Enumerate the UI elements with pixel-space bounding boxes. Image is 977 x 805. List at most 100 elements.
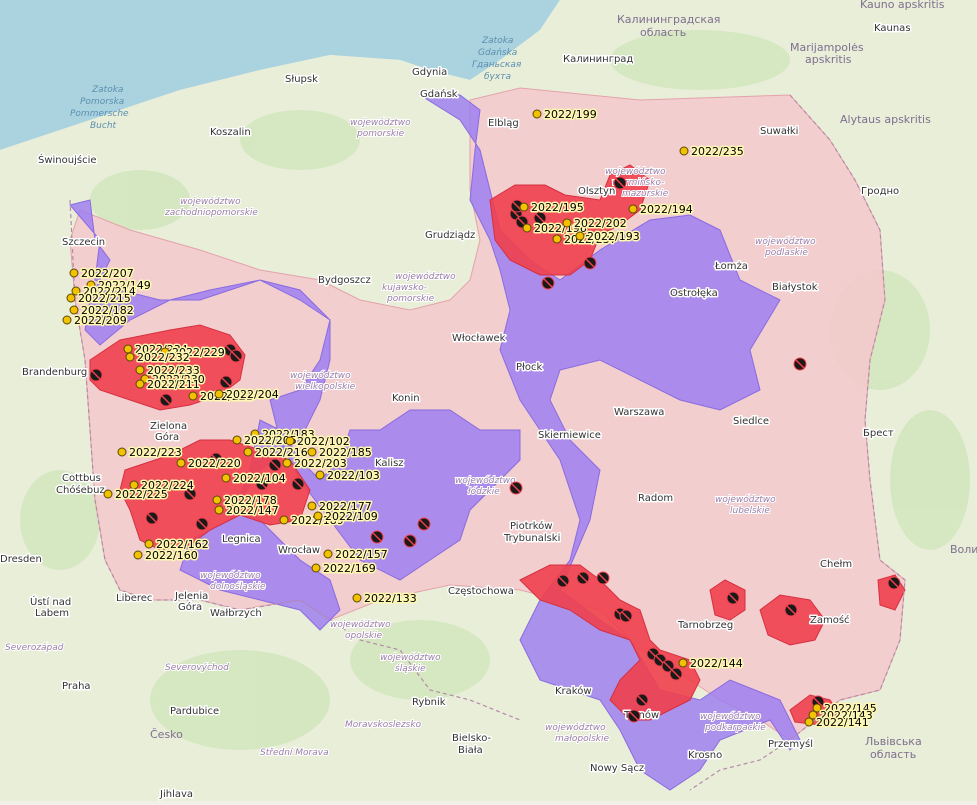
svg-text:Брест: Брест — [863, 428, 894, 439]
svg-text:Gdańska: Gdańska — [478, 48, 517, 58]
svg-text:Włocławek: Włocławek — [452, 333, 506, 344]
map-canvas[interactable]: Gdańsk Gdynia Słupsk Koszalin Świnoujści… — [0, 0, 977, 802]
svg-text:Kauno apskritis: Kauno apskritis — [860, 0, 945, 11]
svg-text:Częstochowa: Częstochowa — [448, 586, 514, 597]
outbreak-marker[interactable] — [370, 530, 384, 544]
svg-text:Střední Morava: Střední Morava — [260, 748, 329, 758]
svg-text:Калининград: Калининград — [563, 54, 633, 65]
svg-text:Alytaus apskritis: Alytaus apskritis — [840, 113, 931, 126]
svg-text:Гданьская: Гданьская — [472, 60, 522, 70]
svg-text:Świnoujście: Świnoujście — [38, 153, 97, 166]
svg-text:Nowy Sącz: Nowy Sącz — [590, 763, 644, 774]
outbreak-marker[interactable] — [793, 357, 807, 371]
svg-text:dolnośląskie: dolnośląskie — [210, 581, 266, 592]
svg-text:Ostrołęka: Ostrołęka — [670, 288, 718, 299]
svg-text:Brandenburg: Brandenburg — [22, 367, 87, 378]
svg-text:pomorskie: pomorskie — [386, 294, 435, 304]
outbreak-marker[interactable] — [541, 276, 555, 290]
svg-text:Rybnik: Rybnik — [412, 697, 446, 708]
svg-text:Львівська: Львівська — [865, 735, 922, 748]
outbreak-marker[interactable] — [89, 368, 103, 382]
outbreak-marker[interactable] — [669, 667, 683, 681]
svg-text:Bielsko-: Bielsko- — [452, 733, 492, 744]
svg-text:podlaskie: podlaskie — [764, 248, 808, 258]
svg-text:Moravskoslezsko: Moravskoslezsko — [345, 720, 422, 730]
outbreak-marker[interactable] — [556, 574, 570, 588]
case-label: 2022/160 — [145, 549, 198, 562]
outbreak-marker[interactable] — [509, 481, 523, 495]
svg-text:Kraków: Kraków — [555, 685, 592, 697]
outbreak-marker[interactable] — [726, 591, 740, 605]
case-label: 2022/144 — [690, 657, 743, 670]
svg-text:województwo: województwo — [350, 117, 411, 128]
svg-text:Zamość: Zamość — [810, 614, 850, 626]
outbreak-marker[interactable] — [576, 571, 590, 585]
outbreak-marker[interactable] — [291, 477, 305, 491]
outbreak-marker[interactable] — [619, 609, 633, 623]
svg-text:Wrocław: Wrocław — [278, 545, 320, 556]
case-label: 2022/169 — [323, 562, 376, 575]
case-label: 2022/141 — [816, 716, 869, 729]
outbreak-marker[interactable] — [887, 576, 901, 590]
svg-text:Suwałki: Suwałki — [760, 126, 798, 137]
svg-text:Konin: Konin — [392, 393, 420, 404]
svg-text:Pommersche: Pommersche — [70, 109, 129, 119]
svg-text:Гродно: Гродно — [861, 186, 899, 197]
case-label: 2022/193 — [587, 230, 640, 243]
outbreak-marker[interactable] — [627, 709, 641, 723]
outbreak-marker[interactable] — [159, 393, 173, 407]
case-label: 2022/147 — [226, 504, 279, 517]
svg-text:Pardubice: Pardubice — [170, 706, 219, 717]
outbreak-marker[interactable] — [268, 458, 282, 472]
svg-text:Dresden: Dresden — [0, 554, 42, 565]
svg-text:Góra: Góra — [178, 601, 202, 613]
svg-text:Łomża: Łomża — [714, 261, 748, 272]
outbreak-marker[interactable] — [219, 375, 233, 389]
svg-text:województwo: województwo — [755, 236, 816, 247]
svg-text:Trybunalski: Trybunalski — [503, 533, 560, 544]
outbreak-marker[interactable] — [613, 176, 627, 190]
svg-text:Góra: Góra — [155, 431, 179, 443]
case-label: 2022/209 — [74, 314, 127, 327]
outbreak-marker[interactable] — [403, 534, 417, 548]
outbreak-marker[interactable] — [635, 693, 649, 707]
case-label: 2022/202 — [574, 217, 627, 230]
svg-text:województwo: województwo — [395, 271, 456, 282]
svg-text:Skierniewice: Skierniewice — [538, 430, 601, 441]
svg-text:Radom: Radom — [638, 493, 673, 504]
svg-text:województwo: województwo — [200, 570, 261, 581]
svg-text:lubelskie: lubelskie — [730, 506, 770, 516]
outbreak-marker[interactable] — [417, 517, 431, 531]
svg-text:Labem: Labem — [35, 608, 69, 619]
outbreak-marker[interactable] — [784, 603, 798, 617]
outbreak-marker[interactable] — [583, 256, 597, 270]
svg-text:śląskie: śląskie — [395, 663, 426, 674]
outbreak-marker[interactable] — [145, 511, 159, 525]
svg-text:Severovýchod: Severovýchod — [165, 663, 229, 673]
outbreak-marker[interactable] — [195, 517, 209, 531]
svg-text:Elbląg: Elbląg — [488, 118, 519, 129]
case-label: 2022/225 — [115, 488, 168, 501]
outbreak-marker[interactable] — [596, 571, 610, 585]
map-view[interactable]: Gdańsk Gdynia Słupsk Koszalin Świnoujści… — [0, 0, 977, 802]
svg-text:województwo: województwo — [330, 619, 391, 630]
svg-text:Siedlce: Siedlce — [733, 416, 769, 427]
case-label: 2022/235 — [691, 145, 744, 158]
case-label: 2022/220 — [188, 457, 241, 470]
svg-text:Zatoka: Zatoka — [91, 85, 123, 95]
case-label: 2022/211 — [147, 378, 200, 391]
svg-text:województwo: województwo — [455, 475, 516, 486]
svg-text:Legnica: Legnica — [222, 534, 261, 545]
svg-text:Kaunas: Kaunas — [874, 23, 911, 34]
svg-text:Chóśebuz: Chóśebuz — [56, 484, 105, 496]
svg-text:Gdynia: Gdynia — [412, 67, 447, 78]
svg-text:łódzkie: łódzkie — [468, 486, 500, 497]
case-label: 2022/103 — [327, 469, 380, 482]
svg-text:Jelenia: Jelenia — [174, 591, 208, 602]
outbreak-marker[interactable] — [229, 349, 243, 363]
svg-text:Krosno: Krosno — [688, 750, 722, 761]
svg-text:Chełm: Chełm — [820, 559, 852, 570]
svg-text:Biała: Biała — [458, 745, 483, 756]
svg-text:pomorskie: pomorskie — [356, 129, 405, 139]
svg-text:Olsztyn: Olsztyn — [578, 186, 615, 197]
